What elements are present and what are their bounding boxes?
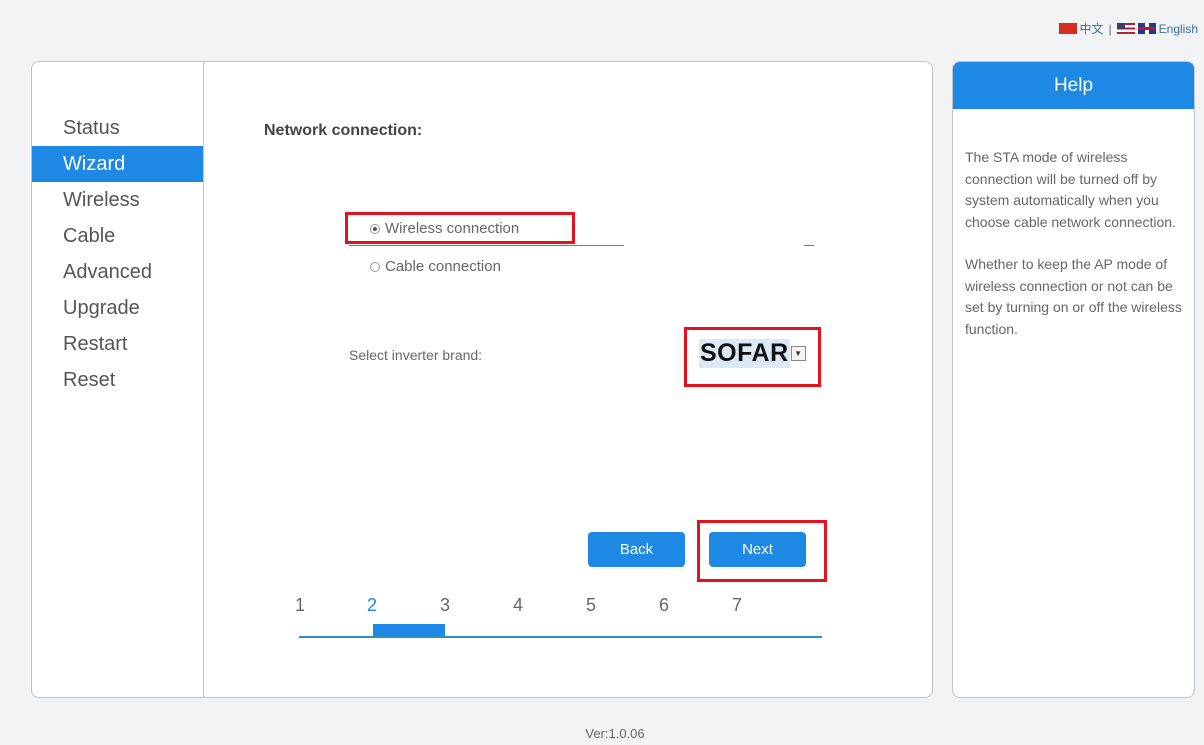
wizard-content: Network connection: Wireless connection … [204, 62, 932, 697]
step-6: 6 [658, 595, 669, 615]
cable-connection-option[interactable]: Cable connection [370, 258, 501, 275]
network-connection-title: Network connection: [264, 122, 423, 139]
step-2: 2 [366, 595, 377, 615]
step-3: 3 [439, 595, 450, 615]
lang-english-link[interactable]: English [1159, 22, 1198, 36]
uk-flag-icon[interactable] [1137, 23, 1156, 34]
sidebar-item-wizard[interactable]: Wizard [32, 146, 203, 182]
radio-unchecked-icon[interactable] [370, 261, 380, 272]
sidebar-nav: Status Wizard Wireless Cable Advanced Up… [32, 62, 203, 398]
help-text: The STA mode of wireless connection will… [953, 109, 1194, 340]
current-step-marker [373, 624, 445, 636]
help-paragraph-2: Whether to keep the AP mode of wireless … [965, 256, 1182, 337]
cn-flag-icon[interactable] [1058, 23, 1077, 34]
back-button[interactable]: Back [588, 532, 685, 567]
help-panel: Help The STA mode of wireless connection… [952, 61, 1195, 698]
help-paragraph-1: The STA mode of wireless connection will… [965, 149, 1176, 230]
step-indicator: 1 2 3 4 5 6 7 [295, 595, 822, 639]
language-switcher: 中文 | English [1058, 20, 1198, 37]
next-highlight-box [697, 520, 827, 582]
option-underline-end [804, 245, 814, 246]
step-7: 7 [731, 595, 742, 615]
help-title: Help [953, 62, 1194, 109]
step-5: 5 [585, 595, 596, 615]
cable-connection-label[interactable]: Cable connection [385, 258, 501, 275]
step-track [299, 636, 822, 638]
inverter-brand-label: Select inverter brand: [349, 347, 483, 363]
sidebar: Status Wizard Wireless Cable Advanced Up… [32, 62, 204, 697]
main-panel: Status Wizard Wireless Cable Advanced Up… [31, 61, 933, 698]
sidebar-item-advanced[interactable]: Advanced [32, 254, 203, 290]
wireless-highlight-box [345, 212, 575, 244]
sidebar-item-reset[interactable]: Reset [32, 362, 203, 398]
sidebar-item-status[interactable]: Status [32, 110, 203, 146]
sidebar-item-restart[interactable]: Restart [32, 326, 203, 362]
sidebar-item-upgrade[interactable]: Upgrade [32, 290, 203, 326]
step-1: 1 [294, 595, 305, 615]
version-label: Ver:1.0.06 [585, 726, 645, 741]
option-underline [349, 245, 624, 246]
lang-chinese-link[interactable]: 中文 [1080, 20, 1104, 37]
us-flag-icon[interactable] [1116, 23, 1135, 34]
brand-highlight-box [684, 327, 821, 387]
step-4: 4 [512, 595, 523, 615]
sidebar-item-wireless[interactable]: Wireless [32, 182, 203, 218]
lang-separator: | [1108, 21, 1112, 36]
sidebar-item-cable[interactable]: Cable [32, 218, 203, 254]
